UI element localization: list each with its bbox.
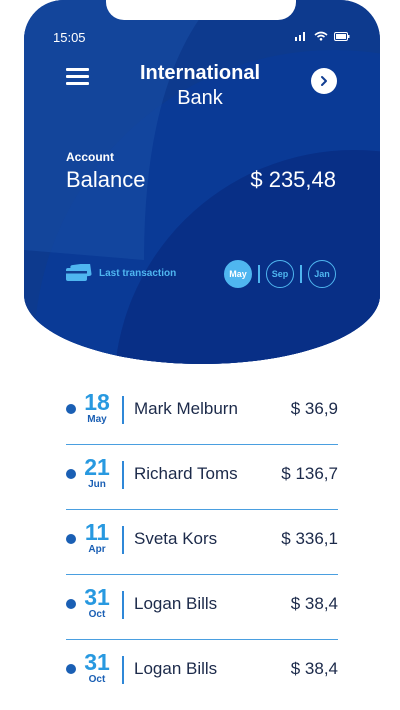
- transaction-date: 11 Apr: [83, 520, 111, 556]
- transaction-month: Oct: [88, 609, 106, 620]
- transaction-row[interactable]: 11 Apr Sveta Kors $ 336,1: [66, 510, 338, 575]
- transaction-amount: $ 38,4: [290, 594, 338, 613]
- chevron-right-icon: [321, 76, 327, 86]
- bullet-icon: [66, 599, 76, 609]
- title-line-1: International: [139, 62, 260, 84]
- row-divider: [122, 591, 124, 619]
- transaction-date: 18 May: [83, 390, 111, 426]
- month-selector: May Sep Jan: [224, 260, 336, 288]
- row-divider: [122, 396, 124, 424]
- month-divider: [258, 265, 260, 283]
- transaction-name: Logan Bills: [134, 659, 218, 678]
- title-line-2: Bank: [177, 87, 223, 109]
- bullet-icon: [66, 534, 76, 544]
- transaction-day: 18: [84, 389, 110, 415]
- transaction-month: Jun: [88, 479, 106, 490]
- transaction-row[interactable]: 31 Oct Logan Bills $ 38,4: [66, 640, 338, 705]
- transaction-month: Oct: [88, 674, 106, 685]
- transaction-day: 31: [84, 584, 110, 610]
- banking-app-screen: 15:05 International Bank Account Balance…: [0, 0, 400, 710]
- bullet-icon: [66, 404, 76, 414]
- balance-label: Balance: [66, 167, 146, 192]
- transaction-day: 21: [84, 454, 110, 480]
- balance-amount: $ 235,48: [250, 167, 336, 192]
- transaction-day: 11: [84, 519, 110, 545]
- battery-icon: [334, 31, 350, 41]
- last-transaction-label: Last transaction: [99, 267, 177, 279]
- account-label: Account: [66, 150, 114, 164]
- transaction-amount: $ 336,1: [281, 529, 338, 548]
- transaction-row[interactable]: 18 May Mark Melburn $ 36,9: [66, 380, 338, 445]
- transaction-name: Richard Toms: [134, 464, 238, 483]
- transaction-month: Apr: [88, 544, 106, 555]
- signal-icon: [295, 32, 305, 41]
- bullet-icon: [66, 469, 76, 479]
- transaction-row[interactable]: 21 Jun Richard Toms $ 136,7: [66, 445, 338, 510]
- card-icon: [66, 264, 92, 281]
- transaction-amount: $ 36,9: [290, 399, 338, 418]
- transaction-row[interactable]: 31 Oct Logan Bills $ 38,4: [66, 575, 338, 640]
- status-icons: [294, 31, 350, 41]
- month-jan[interactable]: Jan: [308, 260, 336, 288]
- transaction-date: 31 Oct: [83, 585, 111, 621]
- transaction-month: May: [87, 414, 107, 425]
- bank-title: International Bank: [100, 60, 300, 110]
- menu-icon[interactable]: [66, 68, 89, 88]
- transaction-amount: $ 136,7: [281, 464, 338, 483]
- transaction-date: 21 Jun: [83, 455, 111, 491]
- transaction-date: 31 Oct: [83, 650, 111, 686]
- month-may[interactable]: May: [224, 260, 252, 288]
- bullet-icon: [66, 664, 76, 674]
- month-sep[interactable]: Sep: [266, 260, 294, 288]
- row-divider: [122, 526, 124, 554]
- last-transaction[interactable]: Last transaction: [66, 264, 176, 282]
- phone-notch: [106, 0, 296, 20]
- transaction-list: 18 May Mark Melburn $ 36,9 21 Jun Richar…: [66, 380, 338, 705]
- transaction-name: Mark Melburn: [134, 399, 238, 418]
- transaction-day: 31: [84, 649, 110, 675]
- status-time: 15:05: [53, 30, 86, 45]
- row-divider: [122, 656, 124, 684]
- transaction-name: Sveta Kors: [134, 529, 218, 548]
- next-button[interactable]: [311, 68, 337, 94]
- wifi-icon: [314, 31, 328, 41]
- month-divider: [300, 265, 302, 283]
- transaction-name: Logan Bills: [134, 594, 218, 613]
- row-divider: [122, 461, 124, 489]
- transaction-amount: $ 38,4: [290, 659, 338, 678]
